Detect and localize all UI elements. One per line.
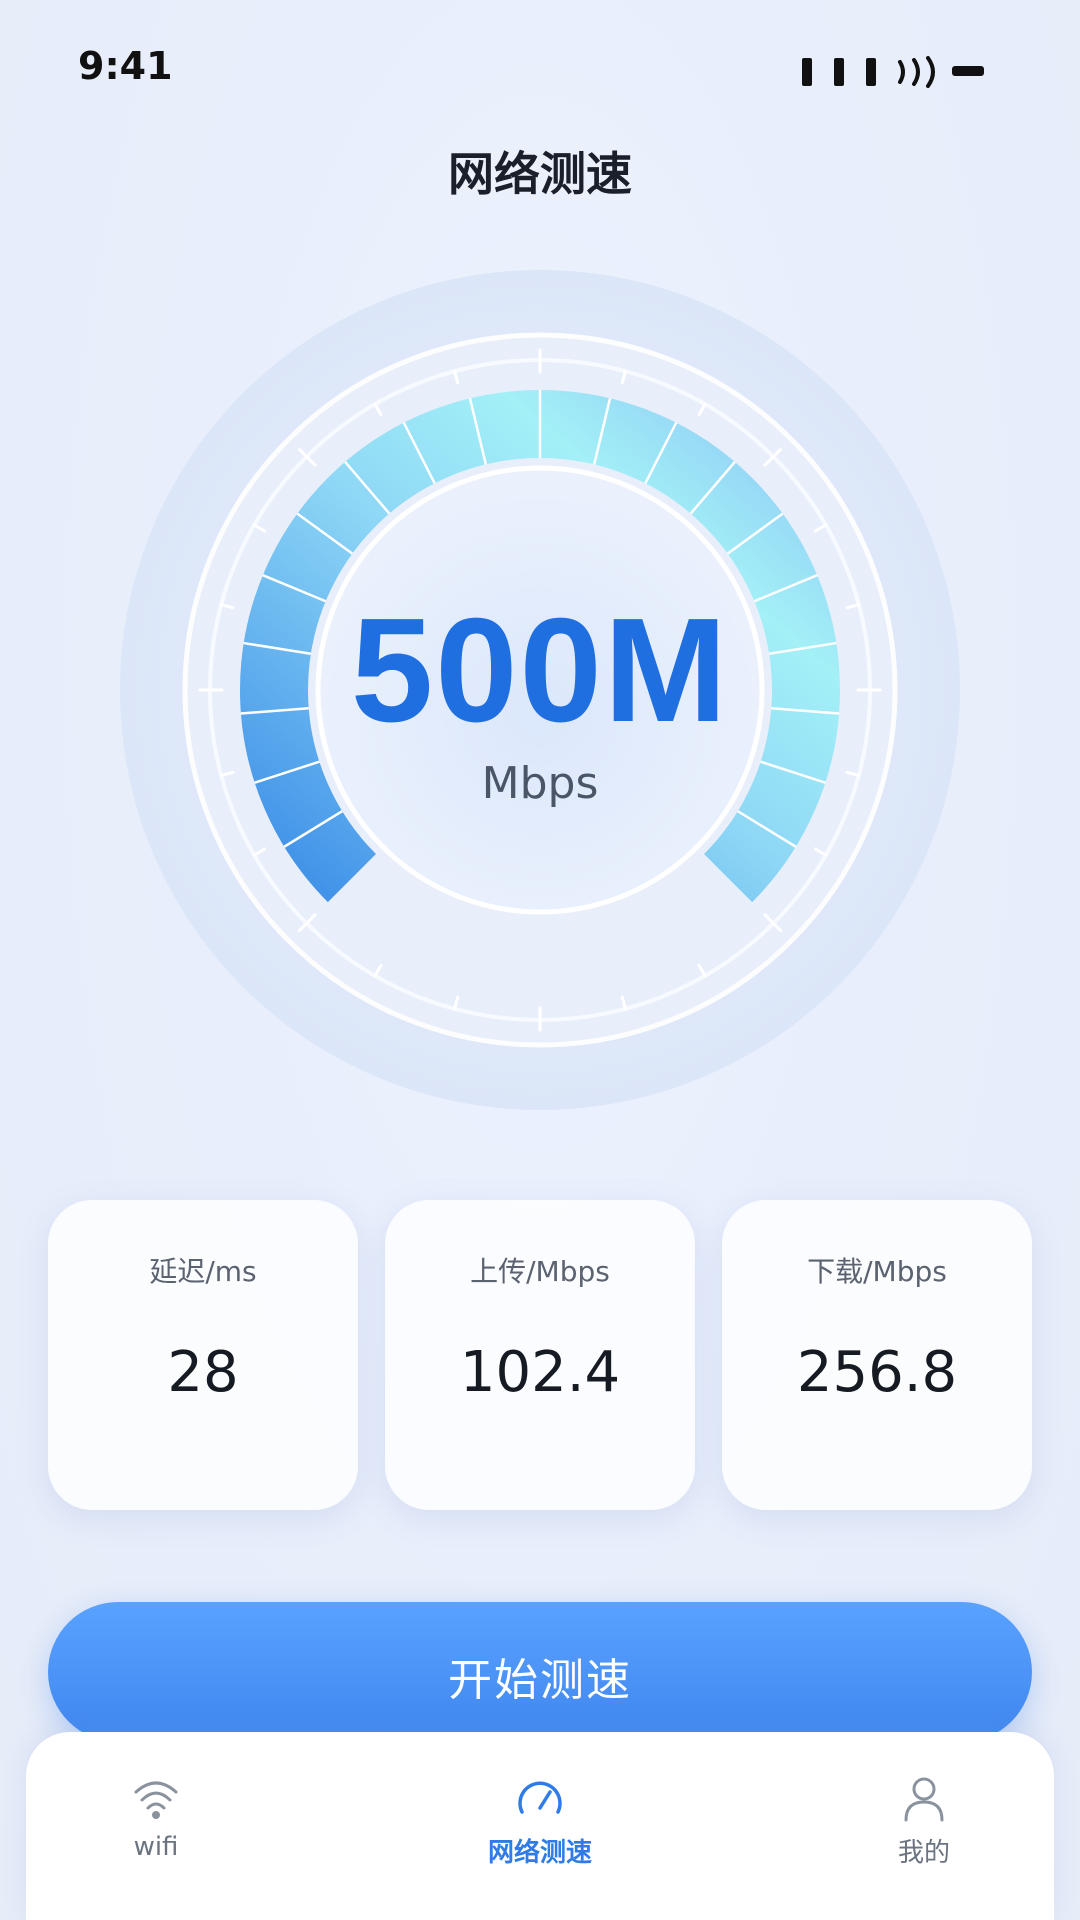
start-test-label: 开始测速 <box>448 1655 632 1706</box>
status-bar: 9:41 <box>0 0 1080 130</box>
tab-profile[interactable]: 我的 <box>824 1772 1024 1892</box>
upload-value: 102.4 <box>459 1340 621 1405</box>
upload-card: 上传/Mbps 102.4 <box>385 1200 695 1510</box>
start-test-button[interactable]: 开始测速 <box>48 1602 1032 1742</box>
upload-label: 上传/Mbps <box>470 1255 610 1288</box>
wifi-icon <box>134 1781 178 1819</box>
tab-speed-test[interactable]: 网络测速 <box>440 1772 640 1892</box>
status-icons <box>802 56 984 88</box>
latency-label: 延迟/ms <box>149 1255 257 1288</box>
tab-wifi-label: wifi <box>133 1832 179 1862</box>
speed-value: 500M <box>350 588 730 753</box>
tab-bar: wifi 网络测速 我的 <box>26 1732 1054 1920</box>
tab-profile-label: 我的 <box>897 1838 950 1868</box>
page-title: 网络测速 <box>448 147 632 201</box>
wifi-status-icon <box>898 56 935 88</box>
download-card: 下载/Mbps 256.8 <box>722 1200 1032 1510</box>
download-value: 256.8 <box>796 1340 958 1405</box>
battery-icon <box>952 66 984 76</box>
signal-icon <box>802 58 876 86</box>
tab-wifi[interactable]: wifi <box>56 1772 256 1892</box>
latency-value: 28 <box>167 1340 239 1405</box>
speed-unit: Mbps <box>481 758 599 809</box>
status-time: 9:41 <box>78 44 173 88</box>
download-label: 下载/Mbps <box>807 1255 947 1288</box>
latency-card: 延迟/ms 28 <box>48 1200 358 1510</box>
tab-speed-test-label: 网络测速 <box>487 1838 592 1868</box>
user-icon <box>904 1777 944 1822</box>
speedometer-icon <box>518 1781 562 1814</box>
